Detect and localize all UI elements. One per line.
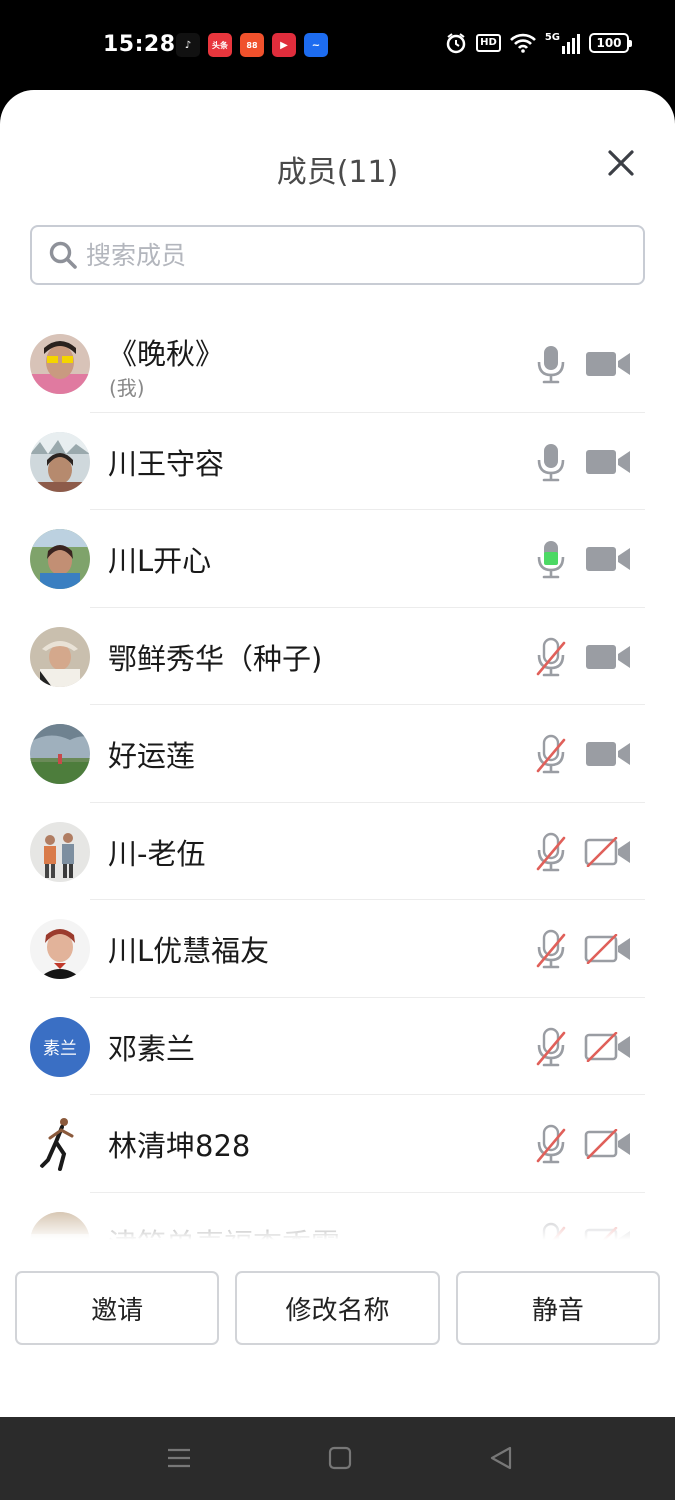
member-self-tag: (我) xyxy=(109,376,145,400)
camera-off-icon[interactable] xyxy=(584,836,632,867)
member-row[interactable]: 鄂鲜秀华（种子) xyxy=(0,608,675,705)
video-play-icon: ▶ xyxy=(272,33,296,57)
member-row[interactable]: 川-老伍 xyxy=(0,803,675,900)
member-name: 《晚秋》 xyxy=(108,337,225,371)
action-bar: 邀请 修改名称 静音 xyxy=(15,1271,660,1345)
member-avatar: 素兰 xyxy=(30,1016,90,1077)
system-nav-bar xyxy=(0,1417,675,1500)
member-name: 林清坤828 xyxy=(108,1129,251,1163)
search-icon xyxy=(49,241,77,269)
tiktok-icon: ♪ xyxy=(176,33,200,57)
camera-off-icon[interactable] xyxy=(584,933,632,965)
network-type: 5G xyxy=(544,32,560,43)
member-name: 川王守容 xyxy=(108,446,225,481)
member-name: 好运莲 xyxy=(108,739,196,773)
alarm-icon xyxy=(446,33,466,54)
member-row[interactable]: 好运莲 xyxy=(0,705,675,803)
mic-icon[interactable] xyxy=(534,344,568,384)
battery-icon: 100 xyxy=(589,33,632,53)
search-input[interactable] xyxy=(86,240,606,270)
member-row[interactable]: 素兰 邓素兰 xyxy=(0,998,675,1095)
app-orange-icon: 88 xyxy=(240,33,264,57)
app-blue-icon: ~ xyxy=(304,33,328,57)
member-avatar xyxy=(30,821,90,882)
status-time: 15:28 xyxy=(103,32,176,57)
member-avatar xyxy=(30,334,90,394)
member-row[interactable]: 林清坤828 xyxy=(0,1095,675,1193)
close-icon[interactable] xyxy=(605,147,637,179)
camera-icon[interactable] xyxy=(584,544,632,574)
member-avatar xyxy=(30,1114,90,1174)
invite-button[interactable]: 邀请 xyxy=(15,1271,220,1345)
camera-icon[interactable] xyxy=(584,349,632,379)
rename-button[interactable]: 修改名称 xyxy=(235,1271,440,1345)
member-row[interactable]: 川L优慧福友 xyxy=(0,900,675,998)
member-avatar xyxy=(30,919,90,979)
menu-icon[interactable] xyxy=(166,1445,192,1471)
camera-off-icon[interactable] xyxy=(584,1128,632,1160)
member-row[interactable]: 川L开心 xyxy=(0,510,675,608)
camera-icon[interactable] xyxy=(584,739,632,769)
mic-muted-icon[interactable] xyxy=(534,929,568,969)
mic-muted-icon[interactable] xyxy=(534,637,568,677)
camera-off-icon[interactable] xyxy=(584,1031,632,1062)
avatar-initials: 素兰 xyxy=(30,1016,90,1077)
member-avatar xyxy=(30,431,90,492)
signal-icon: 5G xyxy=(545,32,580,54)
status-right: HD 5G 100 xyxy=(445,32,632,54)
back-icon[interactable] xyxy=(488,1445,514,1471)
wifi-icon xyxy=(509,33,536,53)
status-bar: 15:28 ♪ 头条 88 ▶ ~ HD 5G 100 xyxy=(0,0,675,90)
member-name: 川L优慧福友 xyxy=(108,934,270,968)
mic-icon[interactable] xyxy=(534,442,568,482)
member-name: 川L开心 xyxy=(108,544,212,578)
member-avatar xyxy=(30,529,90,589)
list-fade xyxy=(0,1190,675,1240)
member-name: 邓素兰 xyxy=(108,1031,196,1066)
member-avatar xyxy=(30,626,90,687)
member-list: 《晚秋》 (我) 川王守容川L开心鄂鲜秀华（种子) 好运莲川-老伍川L优慧福友素兰 邓素… xyxy=(0,315,675,1240)
mic-muted-icon[interactable] xyxy=(534,734,568,774)
status-app-icons: ♪ 头条 88 ▶ ~ xyxy=(176,33,328,57)
sheet-title: 成员(11) xyxy=(276,155,399,190)
home-icon[interactable] xyxy=(328,1445,352,1471)
member-row[interactable]: 《晚秋》 (我) xyxy=(0,315,675,413)
search-box[interactable] xyxy=(30,225,645,285)
member-name: 鄂鲜秀华（种子) xyxy=(108,641,323,676)
mic-speaking-icon[interactable] xyxy=(534,539,568,579)
toutiao-icon: 头条 xyxy=(208,33,232,57)
hd-badge: HD xyxy=(476,34,501,52)
mic-muted-icon[interactable] xyxy=(534,1027,568,1067)
member-name: 川-老伍 xyxy=(108,836,206,871)
camera-icon[interactable] xyxy=(584,642,632,672)
mic-muted-icon[interactable] xyxy=(534,832,568,872)
mic-muted-icon[interactable] xyxy=(534,1124,568,1164)
camera-icon[interactable] xyxy=(584,447,632,477)
member-row[interactable]: 川王守容 xyxy=(0,413,675,510)
members-sheet: 成员(11) 《晚秋》 (我) 川王守容川L开心鄂鲜秀华（种子) 好运莲川-老伍川L优… xyxy=(0,90,675,1417)
member-avatar xyxy=(30,724,90,784)
mute-all-button[interactable]: 静音 xyxy=(455,1271,660,1345)
